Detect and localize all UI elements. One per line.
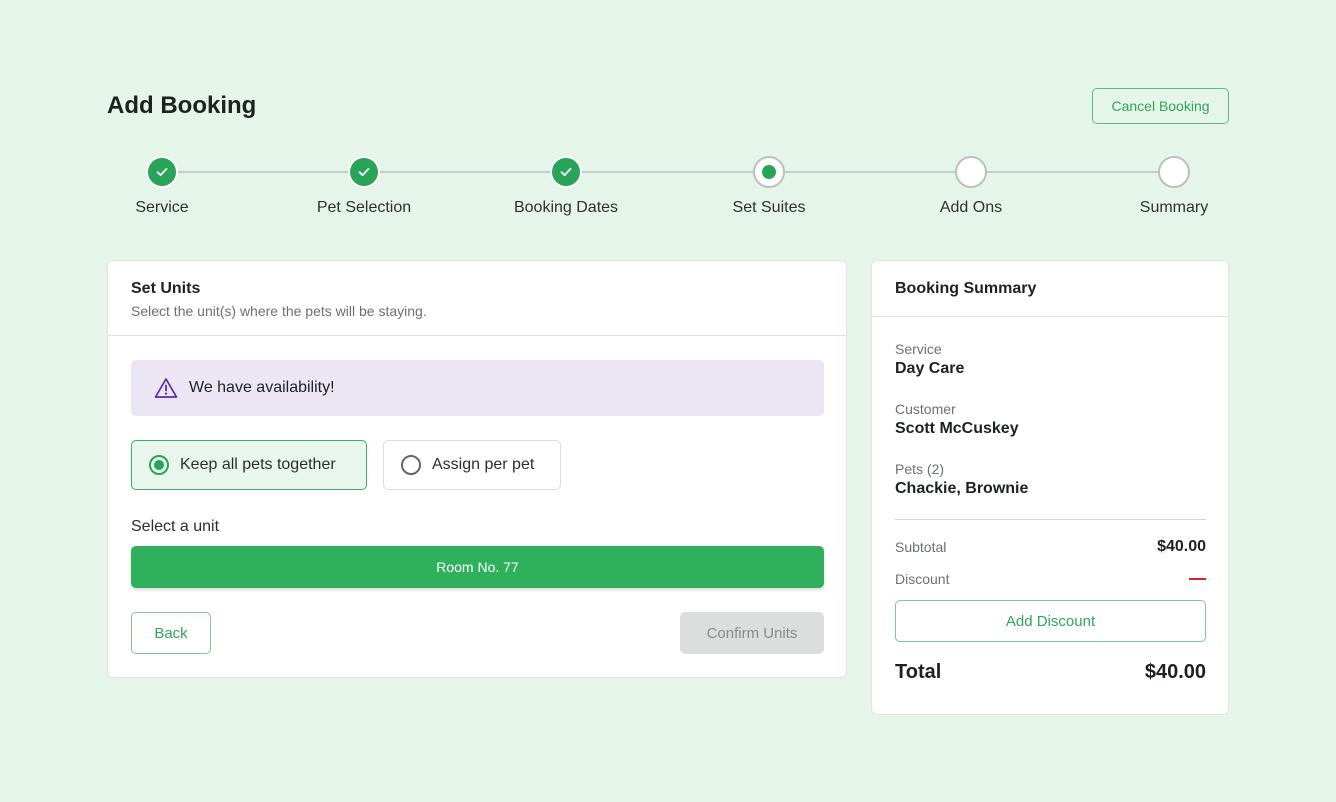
card-header: Set Units Select the unit(s) where the p… (108, 261, 846, 336)
set-units-card: Set Units Select the unit(s) where the p… (107, 260, 847, 678)
field-label: Pets (2) (895, 461, 945, 477)
step-label: Pet Selection (316, 199, 412, 216)
radio-label: Assign per pet (432, 456, 535, 473)
back-button[interactable]: Back (131, 612, 211, 654)
warning-triangle-icon (154, 378, 178, 398)
cancel-booking-button[interactable]: Cancel Booking (1092, 88, 1229, 124)
total-row: Total $40.00 (895, 661, 1206, 684)
field-value: Day Care (895, 360, 965, 377)
select-unit-label: Select a unit (131, 518, 220, 535)
step-add-ons[interactable]: Add Ons (891, 156, 1051, 217)
service-field: Service Day Care (895, 341, 964, 378)
step-label: Service (135, 199, 189, 216)
unit-room-button[interactable]: Room No. 77 (131, 546, 824, 588)
step-complete-indicator (146, 156, 178, 188)
current-step-dot (762, 165, 776, 179)
keep-pets-together-option[interactable]: Keep all pets together (131, 440, 367, 490)
step-label: Set Suites (732, 199, 806, 216)
field-label: Service (895, 341, 942, 357)
field-value: Scott McCuskey (895, 420, 1019, 437)
customer-field: Customer Scott McCuskey (895, 401, 1019, 438)
pets-field: Pets (2) Chackie, Brownie (895, 461, 1028, 498)
radio-button[interactable] (149, 455, 169, 475)
alert-text: We have availability! (189, 379, 335, 396)
total-label: Total (895, 661, 942, 683)
step-booking-dates[interactable]: Booking Dates (486, 156, 646, 217)
check-icon (358, 167, 370, 177)
discount-label: Discount (895, 571, 950, 587)
no-discount-dash (1189, 578, 1206, 580)
card-subtitle: Select the unit(s) where the pets will b… (131, 303, 427, 319)
step-label: Summary (1139, 199, 1209, 216)
booking-summary-card: Booking Summary Service Day Care Custome… (871, 260, 1229, 715)
step-current-indicator (753, 156, 785, 188)
check-icon (560, 167, 572, 177)
add-discount-button[interactable]: Add Discount (895, 600, 1206, 642)
discount-row: Discount (895, 571, 1206, 587)
subtotal-row: Subtotal $40.00 (895, 538, 1206, 556)
step-label: Add Ons (939, 199, 1003, 216)
step-complete-indicator (348, 156, 380, 188)
step-summary[interactable]: Summary (1094, 156, 1254, 217)
subtotal-value: $40.00 (1157, 538, 1206, 555)
page-title: Add Booking (107, 92, 257, 119)
availability-alert: We have availability! (131, 360, 824, 416)
step-pending-indicator (1158, 156, 1190, 188)
field-label: Customer (895, 401, 956, 417)
step-pet-selection[interactable]: Pet Selection (284, 156, 444, 217)
divider (895, 519, 1206, 520)
confirm-units-button[interactable]: Confirm Units (680, 612, 824, 654)
card-title: Booking Summary (895, 280, 1037, 297)
step-set-suites[interactable]: Set Suites (689, 156, 849, 217)
step-pending-indicator (955, 156, 987, 188)
card-title: Set Units (131, 280, 201, 297)
card-header: Booking Summary (872, 261, 1228, 317)
assign-per-pet-option[interactable]: Assign per pet (383, 440, 561, 490)
step-label: Booking Dates (513, 199, 619, 216)
step-complete-indicator (550, 156, 582, 188)
subtotal-label: Subtotal (895, 539, 947, 555)
field-value: Chackie, Brownie (895, 480, 1029, 497)
radio-button[interactable] (401, 455, 421, 475)
total-value: $40.00 (1144, 661, 1206, 683)
step-service[interactable]: Service (82, 156, 242, 217)
radio-label: Keep all pets together (180, 456, 336, 473)
check-icon (156, 167, 168, 177)
